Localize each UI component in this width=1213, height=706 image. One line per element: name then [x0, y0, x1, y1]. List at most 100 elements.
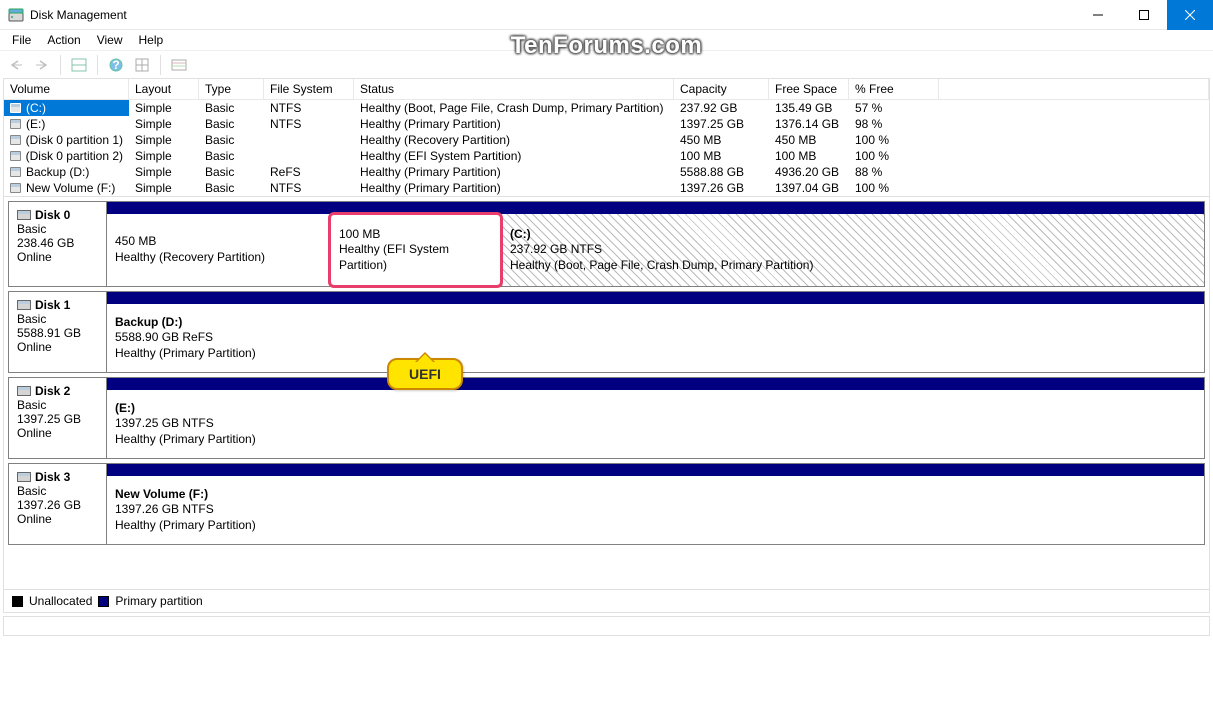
- cell: Healthy (Primary Partition): [354, 180, 674, 196]
- panes-container: Volume Layout Type File System Status Ca…: [3, 78, 1210, 613]
- uefi-callout: UEFI: [387, 358, 463, 390]
- cell: 98 %: [849, 116, 939, 132]
- minimize-button[interactable]: [1075, 0, 1121, 30]
- disk-icon: [17, 386, 31, 396]
- cell: 450 MB: [674, 132, 769, 148]
- volume-list-header: Volume Layout Type File System Status Ca…: [4, 79, 1209, 100]
- partition-strip: [107, 378, 1204, 390]
- col-tail[interactable]: [939, 79, 1209, 99]
- cell: New Volume (F:): [4, 180, 129, 196]
- disk-partitions: 450 MBHealthy (Recovery Partition)100 MB…: [107, 202, 1204, 286]
- view-split-button[interactable]: [67, 53, 91, 77]
- cell: 57 %: [849, 100, 939, 116]
- col-capacity[interactable]: Capacity: [674, 79, 769, 99]
- cell: NTFS: [264, 100, 354, 116]
- close-button[interactable]: [1167, 0, 1213, 30]
- status-bar: [3, 616, 1210, 636]
- disk-partitions: (E:)1397.25 GB NTFSHealthy (Primary Part…: [107, 378, 1204, 458]
- cell: 1376.14 GB: [769, 116, 849, 132]
- drive-icon: [10, 151, 21, 161]
- app-icon: [8, 7, 24, 23]
- cell: Healthy (Primary Partition): [354, 116, 674, 132]
- col-percent-free[interactable]: % Free: [849, 79, 939, 99]
- disk-row[interactable]: Disk 0Basic238.46 GBOnline450 MBHealthy …: [8, 201, 1205, 287]
- cell: (Disk 0 partition 1): [4, 132, 129, 148]
- disk-partitions: Backup (D:)5588.90 GB ReFSHealthy (Prima…: [107, 292, 1204, 372]
- disk-partitions: New Volume (F:)1397.26 GB NTFSHealthy (P…: [107, 464, 1204, 544]
- cell: Backup (D:): [4, 164, 129, 180]
- cell: Simple: [129, 100, 199, 116]
- cell: 100 MB: [769, 148, 849, 164]
- cell: [264, 148, 354, 164]
- col-type[interactable]: Type: [199, 79, 264, 99]
- menu-help[interactable]: Help: [131, 31, 172, 49]
- forward-button[interactable]: [30, 53, 54, 77]
- cell: 5588.88 GB: [674, 164, 769, 180]
- menu-bar: File Action View Help: [0, 30, 1213, 50]
- menu-action[interactable]: Action: [39, 31, 88, 49]
- legend: Unallocated Primary partition: [4, 589, 1209, 612]
- cell: 135.49 GB: [769, 100, 849, 116]
- partition-box[interactable]: (C:)237.92 GB NTFSHealthy (Boot, Page Fi…: [501, 214, 1204, 286]
- disk-row[interactable]: Disk 2Basic1397.25 GBOnline(E:)1397.25 G…: [8, 377, 1205, 459]
- disk-icon: [17, 210, 31, 220]
- cell: ReFS: [264, 164, 354, 180]
- cell: 237.92 GB: [674, 100, 769, 116]
- settings-grid-button[interactable]: [130, 53, 154, 77]
- maximize-button[interactable]: [1121, 0, 1167, 30]
- col-layout[interactable]: Layout: [129, 79, 199, 99]
- volume-row[interactable]: (Disk 0 partition 1)SimpleBasicHealthy (…: [4, 132, 1209, 148]
- partition-box[interactable]: 450 MBHealthy (Recovery Partition): [107, 214, 330, 286]
- volume-row[interactable]: (C:)SimpleBasicNTFSHealthy (Boot, Page F…: [4, 100, 1209, 116]
- cell: 100 MB: [674, 148, 769, 164]
- volume-row[interactable]: (Disk 0 partition 2)SimpleBasicHealthy (…: [4, 148, 1209, 164]
- cell: NTFS: [264, 180, 354, 196]
- cell: Simple: [129, 180, 199, 196]
- volume-row[interactable]: Backup (D:)SimpleBasicReFSHealthy (Prima…: [4, 164, 1209, 180]
- col-free-space[interactable]: Free Space: [769, 79, 849, 99]
- cell: 100 %: [849, 132, 939, 148]
- cell: Healthy (Recovery Partition): [354, 132, 674, 148]
- legend-label-unallocated: Unallocated: [29, 594, 92, 608]
- toolbar-separator: [160, 55, 161, 75]
- disk-row[interactable]: Disk 1Basic5588.91 GBOnlineBackup (D:)55…: [8, 291, 1205, 373]
- menu-file[interactable]: File: [4, 31, 39, 49]
- drive-icon: [10, 103, 21, 113]
- col-status[interactable]: Status: [354, 79, 674, 99]
- cell: 450 MB: [769, 132, 849, 148]
- cell: (C:): [4, 100, 129, 116]
- col-volume[interactable]: Volume: [4, 79, 129, 99]
- disk-label: Disk 1Basic5588.91 GBOnline: [9, 292, 107, 372]
- disk-label: Disk 3Basic1397.26 GBOnline: [9, 464, 107, 544]
- legend-swatch-unallocated: [12, 596, 23, 607]
- col-filesystem[interactable]: File System: [264, 79, 354, 99]
- drive-icon: [10, 183, 21, 193]
- cell: (E:): [4, 116, 129, 132]
- volume-rows: (C:)SimpleBasicNTFSHealthy (Boot, Page F…: [4, 100, 1209, 196]
- disk-label: Disk 2Basic1397.25 GBOnline: [9, 378, 107, 458]
- back-button[interactable]: [4, 53, 28, 77]
- volume-row[interactable]: New Volume (F:)SimpleBasicNTFSHealthy (P…: [4, 180, 1209, 196]
- help-button[interactable]: ?: [104, 53, 128, 77]
- partition-strip: [107, 292, 1204, 304]
- partition-strip: [107, 464, 1204, 476]
- cell: (Disk 0 partition 2): [4, 148, 129, 164]
- title-bar: Disk Management: [0, 0, 1213, 30]
- cell: 4936.20 GB: [769, 164, 849, 180]
- toolbar-separator: [60, 55, 61, 75]
- list-view-button[interactable]: [167, 53, 191, 77]
- cell: 100 %: [849, 148, 939, 164]
- window-title: Disk Management: [30, 8, 1075, 22]
- disk-row[interactable]: Disk 3Basic1397.26 GBOnlineNew Volume (F…: [8, 463, 1205, 545]
- drive-icon: [10, 167, 21, 177]
- window-controls: [1075, 0, 1213, 30]
- disk-graphical-view: Disk 0Basic238.46 GBOnline450 MBHealthy …: [4, 197, 1209, 589]
- partition-box[interactable]: Backup (D:)5588.90 GB ReFSHealthy (Prima…: [107, 304, 1204, 372]
- cell: Basic: [199, 148, 264, 164]
- cell: Basic: [199, 180, 264, 196]
- partition-box[interactable]: 100 MBHealthy (EFI System Partition): [328, 212, 503, 288]
- partition-box[interactable]: New Volume (F:)1397.26 GB NTFSHealthy (P…: [107, 476, 1204, 544]
- menu-view[interactable]: View: [89, 31, 131, 49]
- volume-row[interactable]: (E:)SimpleBasicNTFSHealthy (Primary Part…: [4, 116, 1209, 132]
- partition-box[interactable]: (E:)1397.25 GB NTFSHealthy (Primary Part…: [107, 390, 1204, 458]
